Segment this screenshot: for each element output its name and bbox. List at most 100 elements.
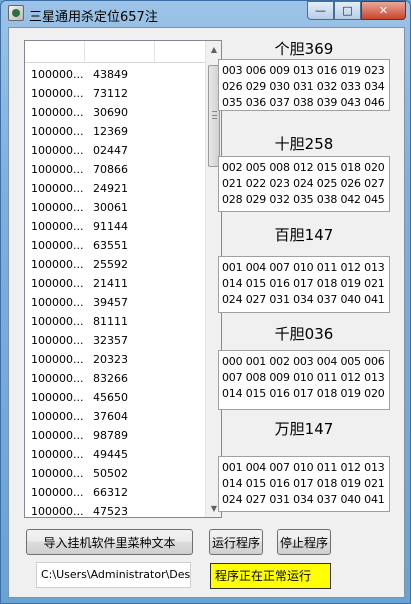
table-row[interactable]: 100000... 47523 bbox=[25, 502, 207, 517]
minimize-button[interactable]: — bbox=[307, 1, 334, 20]
row-number-cell: 30690 bbox=[93, 106, 128, 119]
row-id-cell: 100000... bbox=[31, 277, 84, 290]
table-row[interactable]: 100000... 02447 bbox=[25, 141, 207, 160]
row-number-cell: 02447 bbox=[93, 144, 128, 157]
panel-box-thousands[interactable]: 000 001 002 003 004 005 006 007 008 009 … bbox=[218, 350, 390, 410]
panel-line: 003 006 009 013 016 019 023 bbox=[222, 64, 385, 77]
row-id-cell: 100000... bbox=[31, 448, 84, 461]
table-row[interactable]: 100000... 30690 bbox=[25, 103, 207, 122]
list-rows: 100000... 43849 100000... 73112 100000... 306… bbox=[25, 65, 207, 517]
column-header-3[interactable] bbox=[155, 41, 207, 63]
panel-title-thousands: 千胆036 bbox=[274, 325, 334, 343]
table-row[interactable]: 100000... 83266 bbox=[25, 369, 207, 388]
title-bar[interactable]: 三星通用杀定位657注 — □ ✕ bbox=[1, 1, 411, 27]
row-id-cell: 100000... bbox=[31, 239, 84, 252]
app-icon bbox=[8, 5, 24, 21]
row-number-cell: 25592 bbox=[93, 258, 128, 271]
row-number-cell: 20323 bbox=[93, 353, 128, 366]
import-text-button[interactable]: 导入挂机软件里菜种文本 bbox=[26, 529, 193, 555]
row-number-cell: 49445 bbox=[93, 448, 128, 461]
table-row[interactable]: 100000... 39457 bbox=[25, 293, 207, 312]
table-row[interactable]: 100000... 81111 bbox=[25, 312, 207, 331]
table-row[interactable]: 100000... 24921 bbox=[25, 179, 207, 198]
panel-title-tens: 十胆258 bbox=[274, 135, 334, 153]
table-row[interactable]: 100000... 32357 bbox=[25, 331, 207, 350]
table-row[interactable]: 100000... 43849 bbox=[25, 65, 207, 84]
panel-box-ten-thousands[interactable]: 001 004 007 010 011 012 013 014 015 016 … bbox=[218, 456, 390, 512]
row-number-cell: 70866 bbox=[93, 163, 128, 176]
row-number-cell: 73112 bbox=[93, 87, 128, 100]
row-number-cell: 50502 bbox=[93, 467, 128, 480]
row-number-cell: 66312 bbox=[93, 486, 128, 499]
panel-line: 014 015 016 017 018 019 021 bbox=[222, 277, 385, 290]
row-number-cell: 24921 bbox=[93, 182, 128, 195]
app-window: 三星通用杀定位657注 — □ ✕ 100000... 43849 100000..… bbox=[0, 0, 411, 604]
row-id-cell: 100000... bbox=[31, 410, 84, 423]
table-row[interactable]: 100000... 37604 bbox=[25, 407, 207, 426]
row-id-cell: 100000... bbox=[31, 372, 84, 385]
panel-line: 000 001 002 003 004 005 006 bbox=[222, 355, 385, 368]
row-number-cell: 47523 bbox=[93, 505, 128, 517]
table-row[interactable]: 100000... 49445 bbox=[25, 445, 207, 464]
row-id-cell: 100000... bbox=[31, 125, 84, 138]
table-row[interactable]: 100000... 70866 bbox=[25, 160, 207, 179]
row-id-cell: 100000... bbox=[31, 201, 84, 214]
panel-box-hundreds[interactable]: 001 004 007 010 011 012 013 014 015 016 … bbox=[218, 256, 390, 313]
row-number-cell: 45650 bbox=[93, 391, 128, 404]
panel-line: 028 029 032 035 038 042 045 bbox=[222, 193, 385, 206]
panel-title-ones: 个胆369 bbox=[274, 40, 334, 58]
stop-program-button[interactable]: 停止程序 bbox=[277, 529, 331, 555]
table-row[interactable]: 100000... 73112 bbox=[25, 84, 207, 103]
panel-title-ten-thousands: 万胆147 bbox=[274, 420, 334, 438]
row-id-cell: 100000... bbox=[31, 182, 84, 195]
row-number-cell: 98789 bbox=[93, 429, 128, 442]
panel-box-ones[interactable]: 003 006 009 013 016 019 023 026 029 030 … bbox=[218, 59, 390, 111]
row-number-cell: 81111 bbox=[93, 315, 128, 328]
panel-box-tens[interactable]: 002 005 008 012 015 018 020 021 022 023 … bbox=[218, 156, 390, 212]
panel-line: 001 004 007 010 011 012 013 bbox=[222, 261, 385, 274]
table-row[interactable]: 100000... 45650 bbox=[25, 388, 207, 407]
row-number-cell: 32357 bbox=[93, 334, 128, 347]
column-header-1[interactable] bbox=[25, 41, 85, 63]
status-label: 程序正在正常运行 bbox=[210, 563, 331, 589]
column-header-2[interactable] bbox=[85, 41, 155, 63]
panel-line: 007 008 009 010 011 012 013 bbox=[222, 371, 385, 384]
panel-line: 014 015 016 017 018 019 021 bbox=[222, 477, 385, 490]
table-row[interactable]: 100000... 30061 bbox=[25, 198, 207, 217]
table-row[interactable]: 100000... 50502 bbox=[25, 464, 207, 483]
panel-line: 021 022 023 024 025 026 027 bbox=[222, 177, 385, 190]
result-list[interactable]: 100000... 43849 100000... 73112 100000... 306… bbox=[24, 40, 222, 518]
table-row[interactable]: 100000... 21411 bbox=[25, 274, 207, 293]
row-number-cell: 21411 bbox=[93, 277, 128, 290]
row-id-cell: 100000... bbox=[31, 87, 84, 100]
table-row[interactable]: 100000... 12369 bbox=[25, 122, 207, 141]
run-program-button[interactable]: 运行程序 bbox=[209, 529, 263, 555]
row-id-cell: 100000... bbox=[31, 144, 84, 157]
table-row[interactable]: 100000... 66312 bbox=[25, 483, 207, 502]
row-id-cell: 100000... bbox=[31, 391, 84, 404]
table-row[interactable]: 100000... 20323 bbox=[25, 350, 207, 369]
table-row[interactable]: 100000... 63551 bbox=[25, 236, 207, 255]
table-row[interactable]: 100000... 91144 bbox=[25, 217, 207, 236]
close-button[interactable]: ✕ bbox=[361, 1, 406, 20]
row-id-cell: 100000... bbox=[31, 220, 84, 233]
row-number-cell: 83266 bbox=[93, 372, 128, 385]
panel-line: 014 015 016 017 018 019 020 bbox=[222, 387, 385, 400]
table-row[interactable]: 100000... 98789 bbox=[25, 426, 207, 445]
row-id-cell: 100000... bbox=[31, 334, 84, 347]
panel-line: 035 036 037 038 039 043 046 bbox=[222, 96, 385, 109]
panel-title-hundreds: 百胆147 bbox=[274, 226, 334, 244]
row-number-cell: 91144 bbox=[93, 220, 128, 233]
row-id-cell: 100000... bbox=[31, 353, 84, 366]
row-number-cell: 37604 bbox=[93, 410, 128, 423]
row-number-cell: 12369 bbox=[93, 125, 128, 138]
panel-line: 024 027 031 034 037 040 041 bbox=[222, 293, 385, 306]
row-id-cell: 100000... bbox=[31, 68, 84, 81]
panel-line: 024 027 031 034 037 040 041 bbox=[222, 493, 385, 506]
row-id-cell: 100000... bbox=[31, 258, 84, 271]
maximize-button[interactable]: □ bbox=[334, 1, 361, 20]
window-title: 三星通用杀定位657注 bbox=[29, 10, 158, 25]
table-row[interactable]: 100000... 25592 bbox=[25, 255, 207, 274]
row-id-cell: 100000... bbox=[31, 486, 84, 499]
file-path-field[interactable]: C:\Users\Administrator\Des bbox=[36, 562, 191, 588]
